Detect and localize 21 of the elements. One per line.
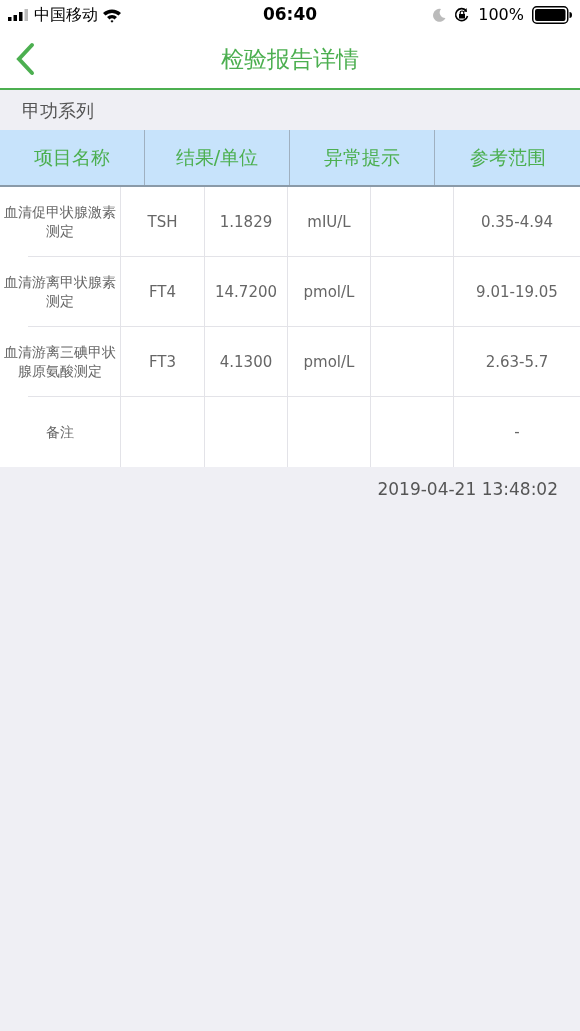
column-header: 结果/单位 — [145, 130, 290, 185]
column-header: 项目名称 — [0, 130, 145, 185]
back-button[interactable] — [14, 42, 36, 76]
table-cell-text: 0.35-4.94 — [479, 211, 555, 233]
section-title: 甲功系列 — [22, 98, 94, 123]
column-header: 参考范围 — [468, 145, 547, 171]
table-cell-text: 2.63-5.7 — [484, 351, 550, 373]
wifi-icon — [102, 7, 122, 23]
carrier-name: 中国移动 — [34, 4, 98, 26]
battery-percentage: 100% — [478, 4, 524, 26]
clock-time: 06:40 — [262, 3, 318, 27]
report-timestamp: 2019-04-21 13:48:02 — [377, 479, 558, 499]
page-title: 检验报告详情 — [221, 44, 359, 74]
battery-icon — [532, 6, 572, 24]
moon-icon — [433, 8, 447, 22]
table-cell: 备注 — [0, 397, 121, 467]
table-cell-text: 9.01-19.05 — [475, 281, 559, 303]
rotation-lock-icon — [454, 7, 471, 23]
column-header: 异常提示 — [290, 130, 435, 185]
signal-icon — [8, 9, 30, 21]
table-cell-text: - — [513, 421, 521, 443]
